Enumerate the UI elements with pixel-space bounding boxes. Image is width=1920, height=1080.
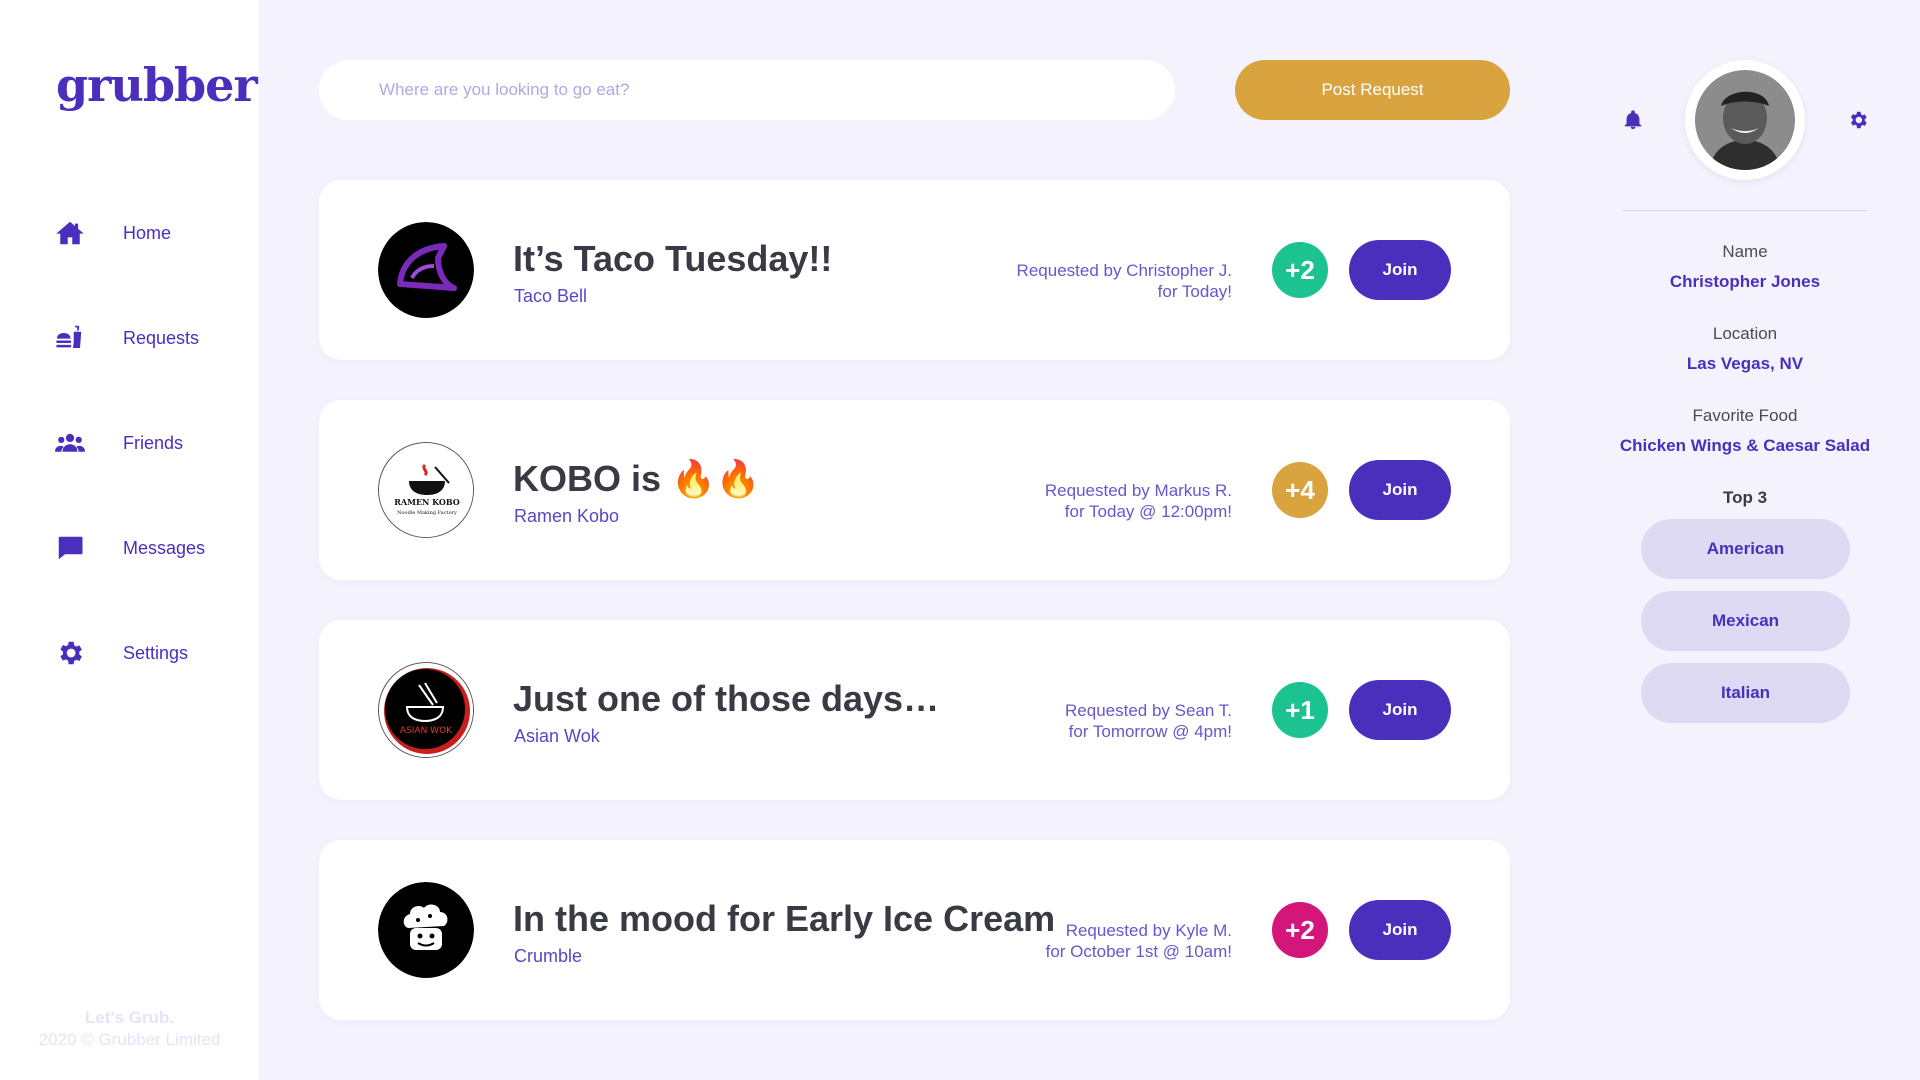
- logo-text: ASIAN WOK: [400, 726, 453, 736]
- sidebar-item-home[interactable]: Home: [55, 213, 245, 253]
- cuisine-pill-mexican[interactable]: Mexican: [1641, 591, 1850, 651]
- sidebar: grubber Home Requests Friends Messages S…: [0, 0, 259, 1080]
- join-button[interactable]: Join: [1349, 900, 1451, 960]
- logo-text: RAMEN KOBO: [394, 497, 460, 507]
- profile-name: Christopher Jones: [1669, 272, 1821, 291]
- gear-icon[interactable]: [1847, 109, 1869, 131]
- restaurant-name[interactable]: Crumble: [514, 946, 582, 967]
- attendee-count-badge: +2: [1272, 242, 1328, 298]
- request-time: for Today @ 12:00pm!: [1064, 502, 1232, 521]
- request-title: It’s Taco Tuesday!!: [513, 238, 833, 279]
- request-card: It’s Taco Tuesday!! Taco Bell Requested …: [319, 180, 1510, 360]
- cuisine-pill-italian[interactable]: Italian: [1641, 663, 1850, 723]
- message-icon: [55, 533, 85, 563]
- request-title: In the mood for Early Ice Cream: [513, 898, 1056, 939]
- request-meta: Requested by Christopher J. for Today!: [1017, 260, 1232, 302]
- sidebar-item-label: Home: [123, 222, 172, 243]
- join-button[interactable]: Join: [1349, 240, 1451, 300]
- requested-by: Requested by Sean T.: [1065, 701, 1232, 720]
- logo-subtext: Noodle Making Factory: [397, 510, 457, 516]
- request-card: RAMEN KOBO Noodle Making Factory KOBO is…: [319, 400, 1510, 580]
- request-time: for October 1st @ 10am!: [1045, 942, 1232, 961]
- location-label: Location: [1712, 324, 1778, 343]
- taco-bell-logo: [378, 222, 474, 318]
- profile-location: Las Vegas, NV: [1686, 354, 1804, 373]
- requested-by: Requested by Markus R.: [1044, 481, 1232, 500]
- request-meta: Requested by Sean T. for Tomorrow @ 4pm!: [1065, 700, 1232, 742]
- request-meta: Requested by Kyle M. for October 1st @ 1…: [1046, 920, 1232, 962]
- attendee-count-badge: +2: [1272, 902, 1328, 958]
- request-time: for Today!: [1157, 282, 1232, 301]
- cuisine-pill-american[interactable]: American: [1641, 519, 1850, 579]
- restaurant-name[interactable]: Asian Wok: [514, 726, 600, 747]
- sidebar-item-messages[interactable]: Messages: [55, 528, 245, 568]
- request-card: In the mood for Early Ice Cream Crumble …: [319, 840, 1510, 1020]
- sidebar-item-requests[interactable]: Requests: [55, 318, 245, 358]
- top3-heading: Top 3: [1722, 488, 1768, 507]
- join-button[interactable]: Join: [1349, 460, 1451, 520]
- crumble-logo: [378, 882, 474, 978]
- footer-tagline: Let's Grub.: [84, 1008, 175, 1027]
- profile-divider: [1623, 210, 1867, 211]
- name-label: Name: [1722, 242, 1768, 261]
- food-tray-icon: [55, 323, 85, 353]
- app-logo[interactable]: grubber: [56, 58, 258, 112]
- friends-icon: [55, 428, 85, 458]
- restaurant-name[interactable]: Ramen Kobo: [514, 506, 619, 527]
- join-button[interactable]: Join: [1349, 680, 1451, 740]
- avatar[interactable]: [1685, 60, 1805, 180]
- request-meta: Requested by Markus R. for Today @ 12:00…: [1045, 480, 1232, 522]
- sidebar-item-label: Friends: [123, 432, 184, 453]
- post-request-button[interactable]: Post Request: [1235, 60, 1510, 120]
- requested-by: Requested by Christopher J.: [1016, 261, 1232, 280]
- request-title: Just one of those days…: [513, 678, 940, 719]
- sidebar-footer: Let's Grub. 2020 © Grubber Limited: [0, 1007, 259, 1051]
- request-time: for Tomorrow @ 4pm!: [1068, 722, 1232, 741]
- restaurant-name[interactable]: Taco Bell: [514, 286, 587, 307]
- attendee-count-badge: +1: [1272, 682, 1328, 738]
- ramen-kobo-logo: RAMEN KOBO Noodle Making Factory: [378, 442, 474, 538]
- attendee-count-badge: +4: [1272, 462, 1328, 518]
- footer-copyright: 2020 © Grubber Limited: [38, 1030, 221, 1049]
- bell-icon[interactable]: [1622, 109, 1644, 131]
- sidebar-item-settings[interactable]: Settings: [55, 633, 245, 673]
- gear-icon: [55, 638, 85, 668]
- request-card: ASIAN WOK Just one of those days… Asian …: [319, 620, 1510, 800]
- profile-favorite-food: Chicken Wings & Caesar Salad: [1619, 436, 1871, 455]
- request-title: KOBO is 🔥🔥: [513, 458, 761, 499]
- favorite-food-label: Favorite Food: [1692, 406, 1798, 425]
- search-input[interactable]: [319, 60, 1175, 120]
- sidebar-item-label: Messages: [123, 537, 206, 558]
- home-icon: [55, 218, 85, 248]
- sidebar-item-friends[interactable]: Friends: [55, 423, 245, 463]
- sidebar-item-label: Settings: [123, 642, 189, 663]
- asian-wok-logo: ASIAN WOK: [378, 662, 474, 758]
- requested-by: Requested by Kyle M.: [1065, 921, 1232, 940]
- sidebar-item-label: Requests: [123, 327, 200, 348]
